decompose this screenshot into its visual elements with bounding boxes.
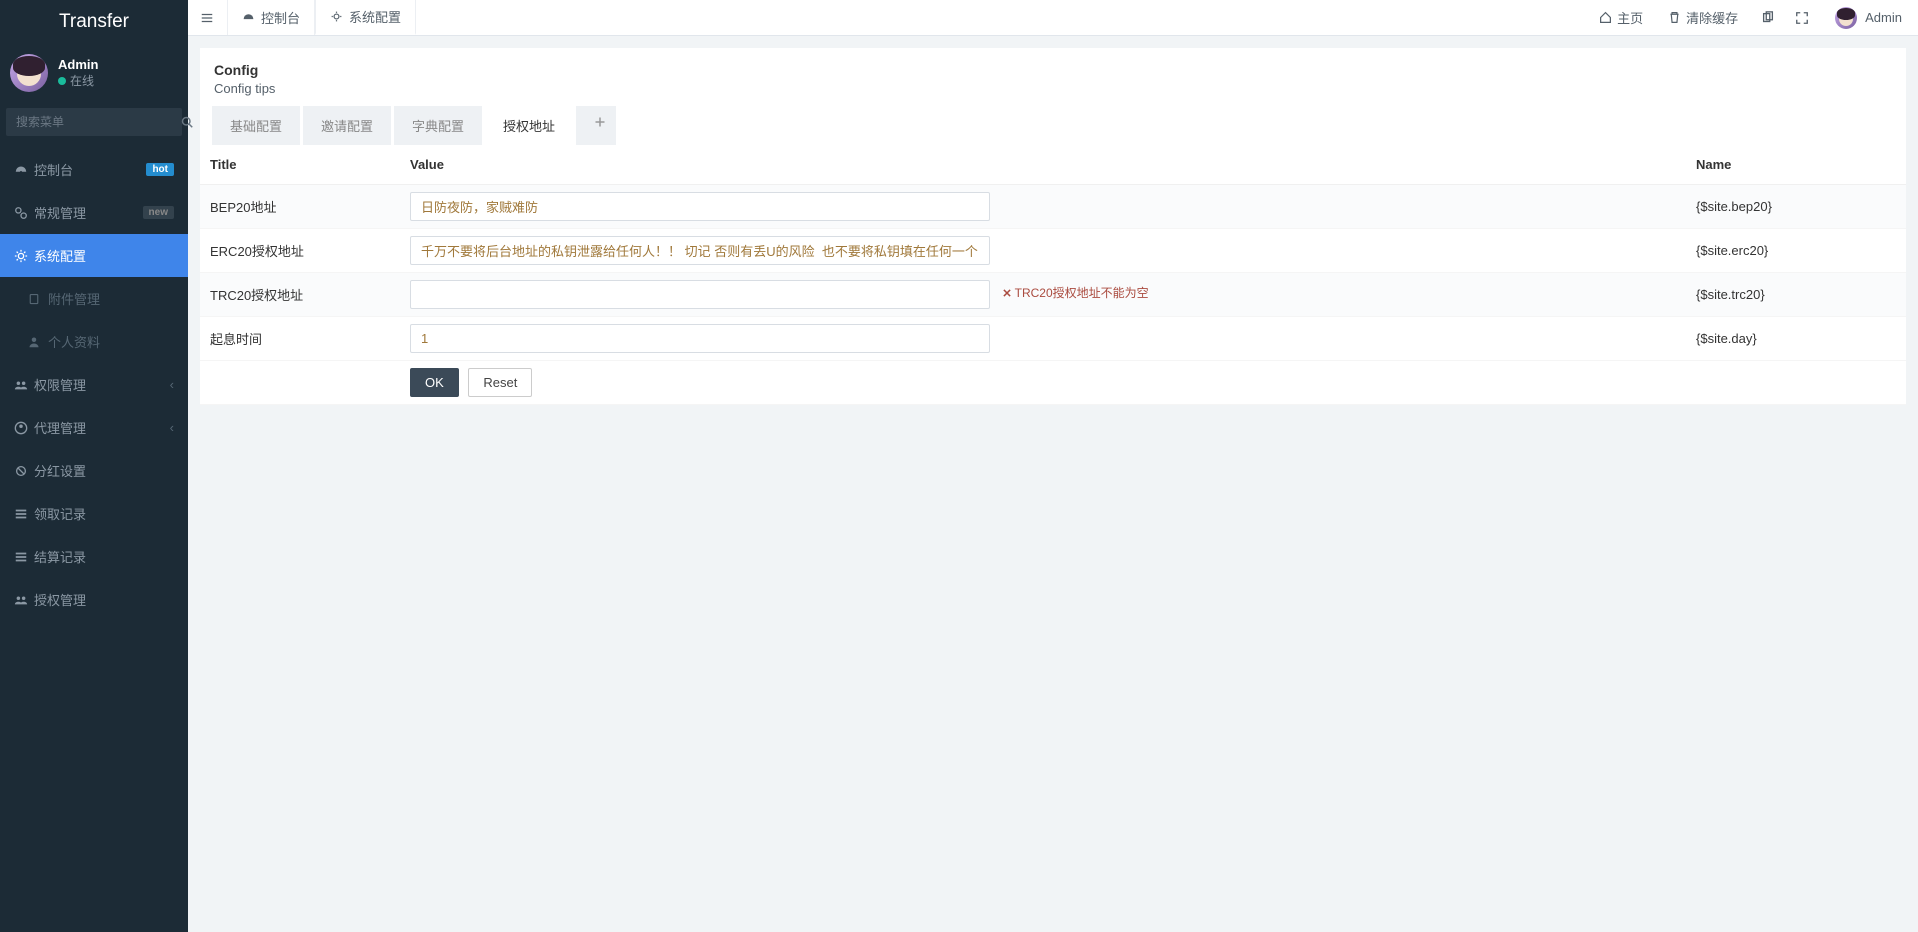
- fullscreen-button[interactable]: [1785, 0, 1819, 35]
- config-panel: Config Config tips 基础配置 邀请配置 字典配置 授权地址 T…: [200, 48, 1906, 405]
- sidebar-item-dividend[interactable]: 分红设置: [0, 449, 188, 492]
- sidebar-item-claim-records[interactable]: 领取记录: [0, 492, 188, 535]
- list-icon: [14, 550, 34, 564]
- table-row: 起息时间 {$site.day}: [200, 317, 1906, 361]
- user-circle-icon: [14, 421, 34, 435]
- cogs-icon: [14, 206, 34, 220]
- col-value: Value: [400, 145, 1686, 185]
- home-icon: [1599, 11, 1612, 24]
- row-title: ERC20授权地址: [200, 229, 400, 273]
- ok-button[interactable]: OK: [410, 368, 459, 397]
- sidebar-menu: 控制台 hot 常规管理 new 系统配置 附件管理 个人资料 权限管理 ‹ 代…: [0, 148, 188, 621]
- error-message: TRC20授权地址不能为空: [1002, 284, 1149, 301]
- avatar: [10, 54, 48, 92]
- row-title: 起息时间: [200, 317, 400, 361]
- trc20-input[interactable]: [410, 280, 990, 309]
- erc20-input[interactable]: [410, 236, 990, 265]
- search-icon[interactable]: [181, 116, 193, 128]
- status-dot-icon: [58, 77, 66, 85]
- badge-new: new: [143, 206, 174, 219]
- row-name: {$site.trc20}: [1686, 273, 1906, 317]
- row-title: TRC20授权地址: [200, 273, 400, 317]
- dashboard-icon: [242, 11, 255, 24]
- table-row: TRC20授权地址 TRC20授权地址不能为空 {$site.trc20}: [200, 273, 1906, 317]
- sidebar-item-system-config[interactable]: 系统配置: [0, 234, 188, 277]
- sidebar-item-auth[interactable]: 授权管理: [0, 578, 188, 621]
- gear-icon: [330, 10, 343, 23]
- circle-icon: [14, 464, 34, 478]
- reset-button[interactable]: Reset: [468, 368, 532, 397]
- topbar-user[interactable]: Admin: [1819, 0, 1918, 35]
- brand-logo[interactable]: Transfer: [0, 0, 188, 44]
- cfg-tab-add[interactable]: [576, 106, 616, 145]
- plus-icon: [594, 116, 606, 128]
- copy-icon: [1761, 11, 1775, 25]
- sidebar-item-dashboard[interactable]: 控制台 hot: [0, 148, 188, 191]
- group-icon: [14, 593, 34, 607]
- file-icon: [28, 293, 48, 305]
- badge-hot: hot: [146, 163, 174, 176]
- col-name: Name: [1686, 145, 1906, 185]
- sidebar-item-settlement-records[interactable]: 结算记录: [0, 535, 188, 578]
- content: Config Config tips 基础配置 邀请配置 字典配置 授权地址 T…: [188, 36, 1918, 417]
- cfg-tab-auth-address[interactable]: 授权地址: [485, 106, 573, 145]
- row-name: {$site.bep20}: [1686, 185, 1906, 229]
- bep20-input[interactable]: [410, 192, 990, 221]
- sidebar: Transfer Admin 在线 控制台 hot 常规管理 new: [0, 0, 188, 932]
- group-icon: [14, 378, 34, 392]
- search-box[interactable]: [6, 108, 182, 136]
- panel-title: Config: [214, 62, 1892, 78]
- cfg-tab-dict[interactable]: 字典配置: [394, 106, 482, 145]
- chevron-left-icon: ‹: [170, 377, 174, 392]
- config-tabs: 基础配置 邀请配置 字典配置 授权地址: [200, 106, 1906, 145]
- main: 控制台 系统配置 主页 清除缓存 Adm: [188, 0, 1918, 932]
- clear-cache-button[interactable]: 清除缓存: [1656, 0, 1751, 35]
- avatar: [1835, 7, 1857, 29]
- trash-icon: [1668, 11, 1681, 24]
- col-title: Title: [200, 145, 400, 185]
- panel-subtitle: Config tips: [214, 81, 1892, 96]
- toggle-sidebar-button[interactable]: [188, 0, 227, 35]
- table-row: BEP20地址 {$site.bep20}: [200, 185, 1906, 229]
- topbar: 控制台 系统配置 主页 清除缓存 Adm: [188, 0, 1918, 36]
- row-name: {$site.erc20}: [1686, 229, 1906, 273]
- sidebar-item-agent[interactable]: 代理管理 ‹: [0, 406, 188, 449]
- cfg-tab-basic[interactable]: 基础配置: [212, 106, 300, 145]
- search-input[interactable]: [6, 108, 181, 136]
- sidebar-item-attachment[interactable]: 附件管理: [0, 277, 188, 320]
- table-row: ERC20授权地址 {$site.erc20}: [200, 229, 1906, 273]
- sidebar-item-general[interactable]: 常规管理 new: [0, 191, 188, 234]
- tab-system-config[interactable]: 系统配置: [315, 0, 416, 35]
- day-input[interactable]: [410, 324, 990, 353]
- chevron-left-icon: ‹: [170, 420, 174, 435]
- user-name: Admin: [58, 57, 98, 72]
- expand-icon: [1795, 11, 1809, 25]
- user-panel[interactable]: Admin 在线: [0, 44, 188, 102]
- config-table: Title Value Name BEP20地址 {$site.bep20} E…: [200, 145, 1906, 405]
- row-title: BEP20地址: [200, 185, 400, 229]
- user-status: 在线: [58, 72, 98, 89]
- sidebar-item-permissions[interactable]: 权限管理 ‹: [0, 363, 188, 406]
- tab-dashboard[interactable]: 控制台: [227, 0, 315, 35]
- gear-icon: [14, 249, 34, 263]
- close-icon: [1002, 288, 1012, 298]
- button-row: OK Reset: [200, 361, 1906, 405]
- list-icon: [14, 507, 34, 521]
- user-icon: [28, 336, 48, 348]
- bars-icon: [200, 11, 214, 25]
- home-button[interactable]: 主页: [1587, 0, 1656, 35]
- copy-button[interactable]: [1751, 0, 1785, 35]
- dashboard-icon: [14, 163, 34, 177]
- sidebar-item-profile[interactable]: 个人资料: [0, 320, 188, 363]
- cfg-tab-invite[interactable]: 邀请配置: [303, 106, 391, 145]
- row-name: {$site.day}: [1686, 317, 1906, 361]
